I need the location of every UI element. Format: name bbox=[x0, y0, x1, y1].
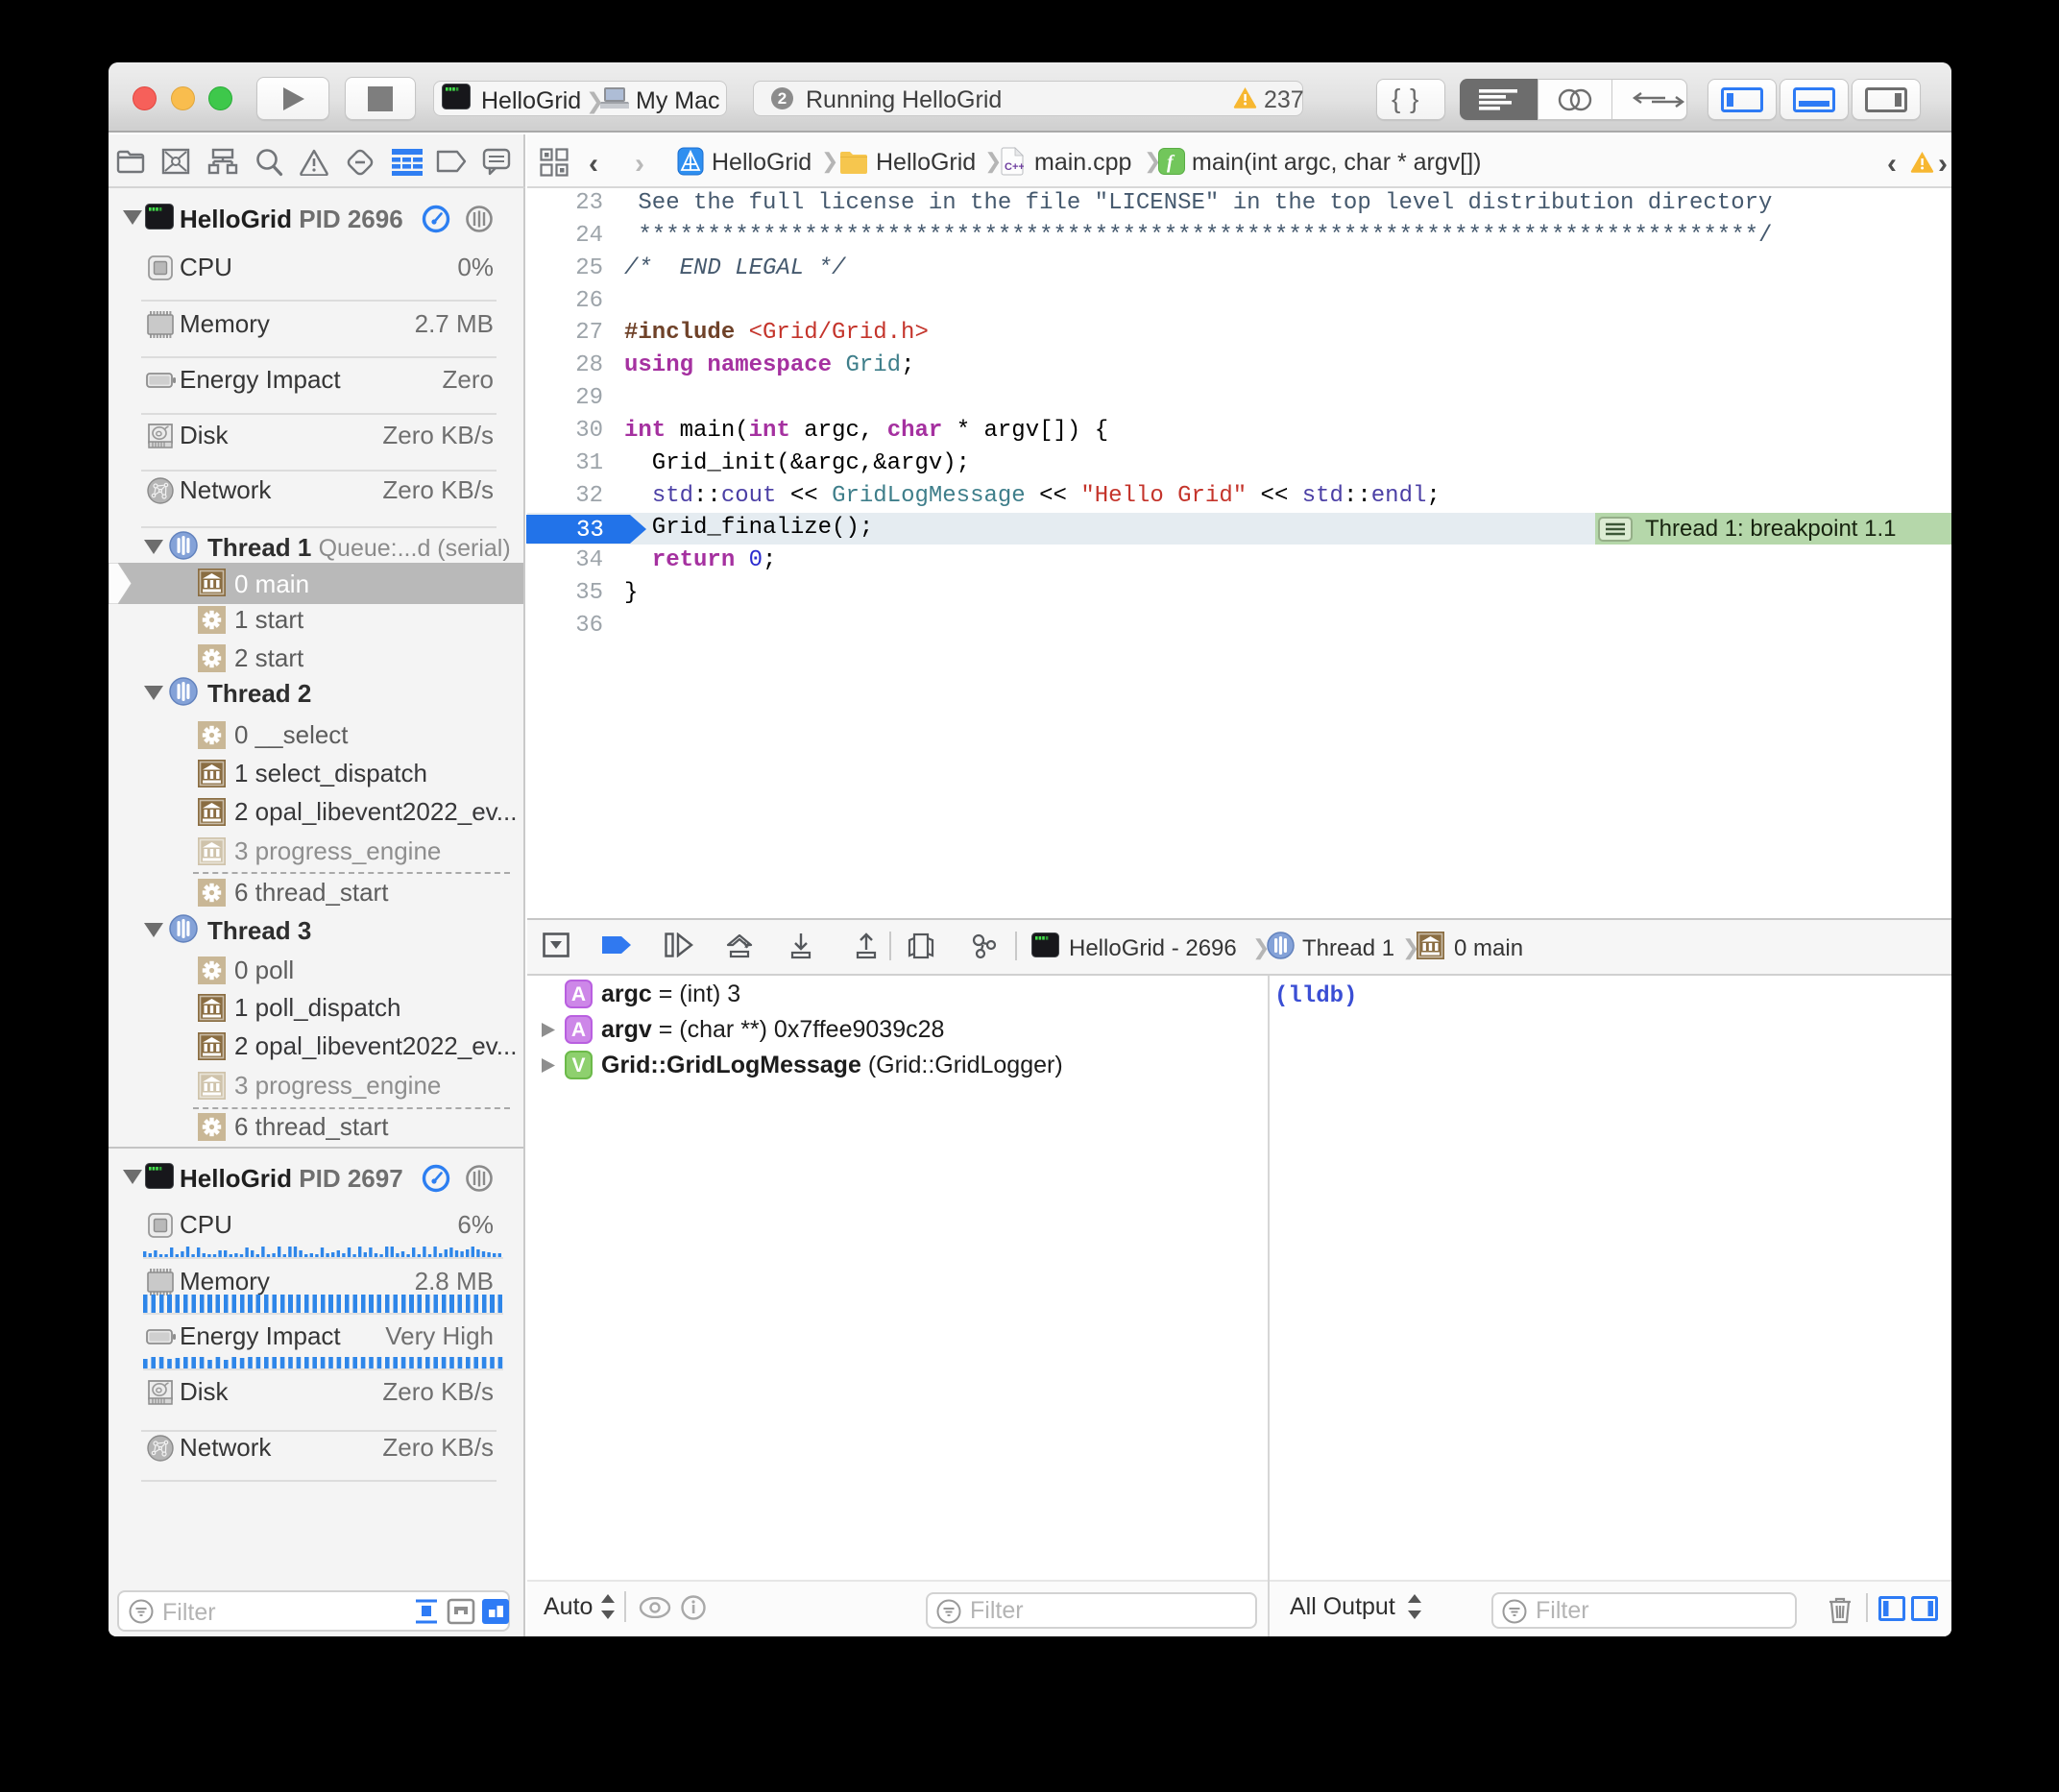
svg-text:C++: C++ bbox=[1005, 161, 1024, 173]
